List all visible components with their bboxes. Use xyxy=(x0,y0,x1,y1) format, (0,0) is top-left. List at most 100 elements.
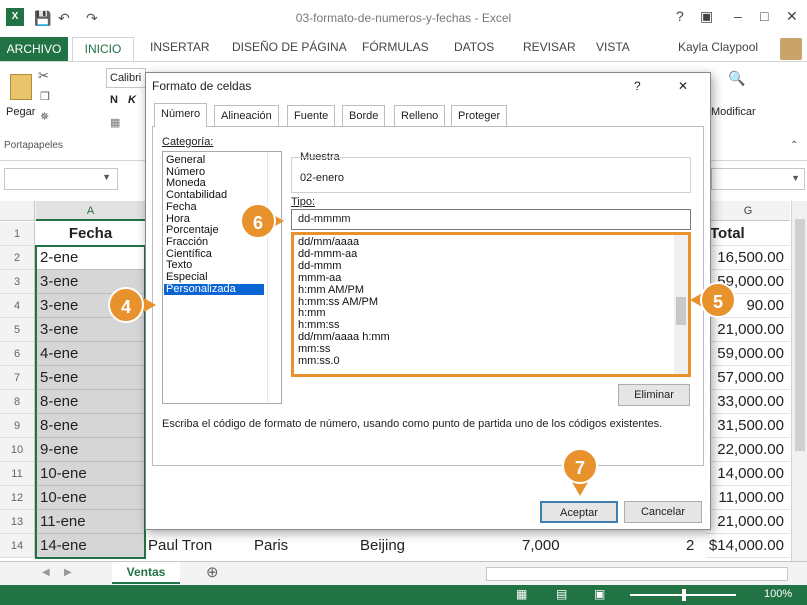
delete-button[interactable]: Eliminar xyxy=(618,384,690,406)
row-header[interactable]: 3 xyxy=(0,270,35,294)
normal-view-icon[interactable]: ▦ xyxy=(516,587,527,601)
tab-relleno[interactable]: Relleno xyxy=(394,105,446,127)
italic-button[interactable]: K xyxy=(128,94,136,106)
format-code-item[interactable]: h:mm:ss AM/PM xyxy=(298,296,378,308)
format-list-scrollbar[interactable] xyxy=(674,235,688,374)
category-scrollbar[interactable] xyxy=(267,152,281,403)
row-header[interactable]: 11 xyxy=(0,462,35,486)
select-all-corner[interactable] xyxy=(0,201,35,221)
col-header-g[interactable]: G xyxy=(706,201,790,221)
row-header[interactable]: 8 xyxy=(0,390,35,414)
cell-g[interactable]: 21,000.00 xyxy=(706,510,790,534)
tab-formulas[interactable]: FÓRMULAS xyxy=(362,40,429,54)
tab-revisar[interactable]: REVISAR xyxy=(523,40,576,54)
help-icon[interactable]: ? xyxy=(676,8,684,24)
paste-label[interactable]: Pegar xyxy=(6,106,35,118)
next-sheet-icon[interactable]: ▶ xyxy=(64,567,72,578)
type-input[interactable]: dd-mmmm xyxy=(291,209,691,230)
row-header[interactable]: 12 xyxy=(0,486,35,510)
cell-g[interactable]: 11,000.00 xyxy=(706,486,790,510)
cell-c14[interactable]: Paris xyxy=(254,537,288,554)
category-item[interactable]: Especial xyxy=(166,272,208,283)
tab-alineacion[interactable]: Alineación xyxy=(214,105,279,127)
category-item[interactable]: Moneda xyxy=(166,178,206,189)
cell-d14[interactable]: Beijing xyxy=(360,537,405,554)
category-item[interactable]: Personalizada xyxy=(164,283,264,295)
row-header[interactable]: 14 xyxy=(0,534,35,558)
scroll-thumb[interactable] xyxy=(795,219,805,451)
row-header[interactable]: 1 xyxy=(0,222,35,246)
prev-sheet-icon[interactable]: ◀ xyxy=(42,567,50,578)
name-box[interactable]: ▼ xyxy=(4,168,118,190)
category-item[interactable]: Porcentaje xyxy=(166,225,219,236)
format-code-item[interactable]: h:mm:ss xyxy=(298,320,340,331)
format-code-item[interactable]: dd/mm/aaaa xyxy=(298,237,359,248)
header-total[interactable]: Total xyxy=(706,222,790,246)
category-item[interactable]: General xyxy=(166,155,205,166)
paste-icon[interactable] xyxy=(10,74,32,100)
cell-g[interactable]: 16,500.00 xyxy=(706,246,790,270)
tab-vista[interactable]: VISTA xyxy=(596,40,630,54)
tab-fuente[interactable]: Fuente xyxy=(287,105,336,127)
sheet-tab-ventas[interactable]: Ventas xyxy=(112,562,180,584)
cell-b14[interactable]: Paul Tron xyxy=(148,537,212,554)
row-header[interactable]: 4 xyxy=(0,294,35,318)
row-header[interactable]: 13 xyxy=(0,510,35,534)
row-header[interactable]: 10 xyxy=(0,438,35,462)
header-fecha[interactable]: Fecha xyxy=(36,222,145,246)
format-list-scroll-thumb[interactable] xyxy=(676,297,686,325)
add-sheet-icon[interactable]: ⊕ xyxy=(206,563,219,581)
cell-g[interactable]: 14,000.00 xyxy=(706,462,790,486)
cell-g[interactable]: $14,000.00 xyxy=(706,534,790,558)
ribbon-display-icon[interactable]: ▣ xyxy=(700,8,713,25)
copy-icon[interactable]: ❐ xyxy=(40,90,50,103)
tab-diseno-pagina[interactable]: DISEÑO DE PÁGINA xyxy=(232,40,347,54)
tab-inicio[interactable]: INICIO xyxy=(72,37,134,62)
cell-f14[interactable]: 2 xyxy=(686,537,694,554)
ok-button[interactable]: Aceptar xyxy=(540,501,618,523)
format-painter-icon[interactable]: ✵ xyxy=(40,110,49,123)
row-header[interactable]: 9 xyxy=(0,414,35,438)
format-code-item[interactable]: h:mm xyxy=(298,308,326,319)
zoom-level[interactable]: 100% xyxy=(764,588,792,600)
cut-icon[interactable]: ✂ xyxy=(38,68,49,84)
page-layout-icon[interactable]: ▤ xyxy=(556,587,567,601)
cell-g[interactable]: 33,000.00 xyxy=(706,390,790,414)
collapse-ribbon-icon[interactable]: ⌃ xyxy=(790,140,798,151)
tab-proteger[interactable]: Proteger xyxy=(451,105,508,127)
format-code-item[interactable]: mm:ss xyxy=(298,344,330,355)
font-name-box[interactable]: Calibri xyxy=(106,68,146,88)
category-item[interactable]: Fracción xyxy=(166,236,208,248)
expand-formula-icon[interactable]: ▼ xyxy=(791,173,800,183)
cell-g[interactable]: 22,000.00 xyxy=(706,438,790,462)
dialog-help-button[interactable]: ? xyxy=(634,79,641,93)
category-item[interactable]: Número xyxy=(166,166,205,178)
border-icon[interactable]: ▦ xyxy=(110,116,120,129)
category-item[interactable]: Texto xyxy=(166,260,192,271)
tab-insertar[interactable]: INSERTAR xyxy=(150,40,210,54)
row-header[interactable]: 7 xyxy=(0,366,35,390)
zoom-thumb[interactable] xyxy=(682,589,686,601)
category-item[interactable]: Fecha xyxy=(166,201,197,213)
cell-g[interactable]: 59,000.00 xyxy=(706,342,790,366)
close-button[interactable]: ✕ xyxy=(786,8,798,25)
page-break-icon[interactable]: ▣ xyxy=(594,587,605,601)
dialog-close-button[interactable]: ✕ xyxy=(678,79,688,93)
tab-datos[interactable]: DATOS xyxy=(454,40,494,54)
tab-borde[interactable]: Borde xyxy=(342,105,386,127)
format-code-item[interactable]: mm:ss.0 xyxy=(298,356,340,367)
cell-g[interactable]: 57,000.00 xyxy=(706,366,790,390)
minimize-button[interactable]: – xyxy=(734,8,742,24)
horizontal-scrollbar[interactable] xyxy=(486,567,788,581)
user-avatar[interactable] xyxy=(780,38,802,60)
modify-label[interactable]: Modificar xyxy=(711,106,756,118)
maximize-button[interactable]: □ xyxy=(760,8,768,24)
format-code-item[interactable]: dd-mmm-aa xyxy=(298,248,357,260)
bold-button[interactable]: N xyxy=(110,94,118,106)
category-item[interactable]: Científica xyxy=(166,248,212,260)
binoculars-icon[interactable]: 🔍 xyxy=(728,70,745,87)
col-header-a[interactable]: A xyxy=(36,201,145,221)
formula-bar[interactable]: ▼ xyxy=(711,168,805,190)
cancel-button[interactable]: Cancelar xyxy=(624,501,702,523)
row-header[interactable]: 2 xyxy=(0,246,35,270)
